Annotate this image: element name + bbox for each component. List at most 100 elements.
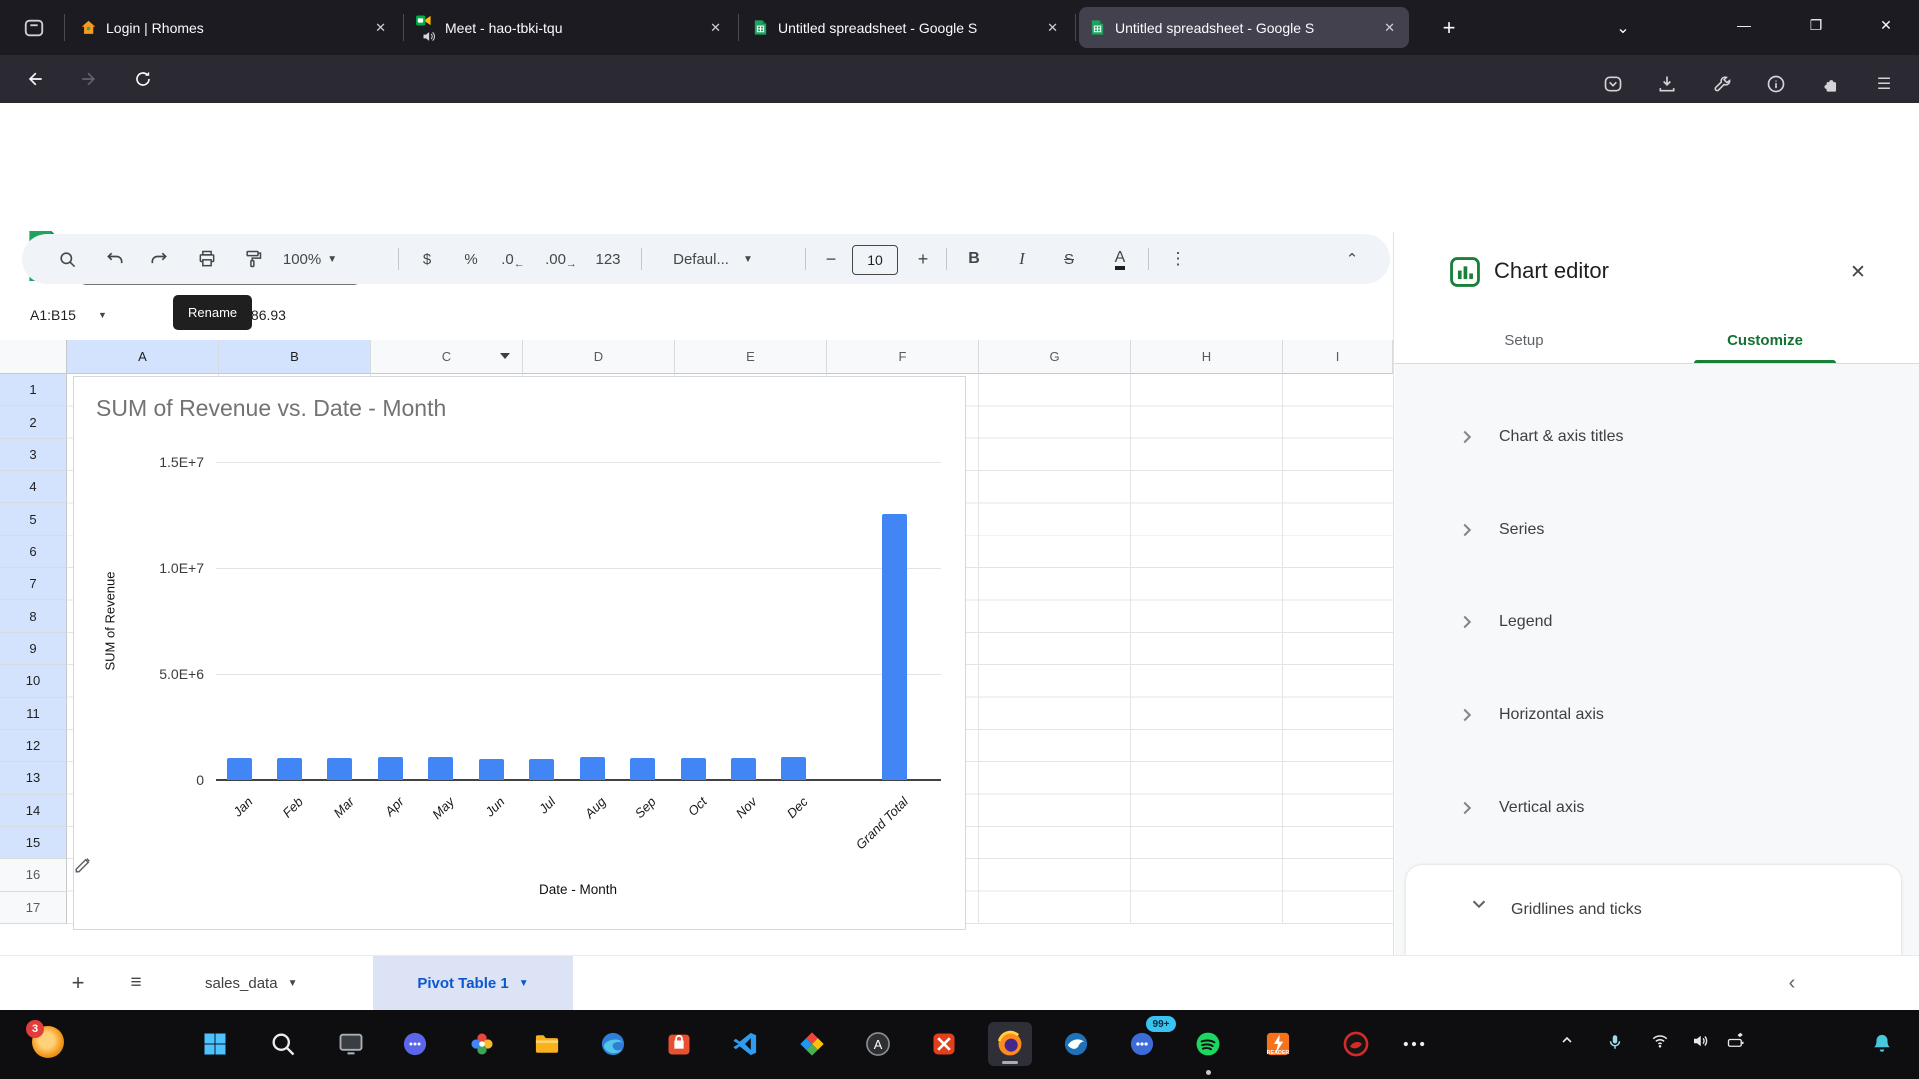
chart-editor-close-icon[interactable]: ✕ [1842, 256, 1874, 288]
microphone-icon[interactable] [1600, 1032, 1630, 1052]
tab-close-icon[interactable]: ✕ [1043, 18, 1062, 38]
more-toolbar-button[interactable]: ⋮ [1162, 234, 1194, 284]
row-header-15[interactable]: 15 [0, 827, 67, 859]
forward-button[interactable] [71, 63, 105, 95]
add-sheet-button[interactable]: + [62, 956, 94, 1010]
italic-button[interactable]: I [1006, 234, 1038, 284]
format-currency-button[interactable]: $ [410, 234, 444, 284]
list-all-tabs-button[interactable]: ⌄ [1606, 13, 1640, 43]
window-minimize-button[interactable]: — [1721, 0, 1767, 50]
decrease-font-size-button[interactable]: − [816, 234, 846, 284]
all-sheets-button[interactable]: ≡ [120, 956, 152, 1010]
column-header-D[interactable]: D [523, 340, 675, 374]
browser-tab[interactable]: Untitled spreadsheet - Google S✕ [1079, 7, 1409, 48]
section-legend[interactable]: Legend [1394, 594, 1919, 650]
format-percent-button[interactable]: % [454, 234, 488, 284]
toolbar-search-icon[interactable] [50, 234, 84, 284]
battery-pen-icon[interactable] [1720, 1032, 1752, 1050]
paint-format-icon[interactable] [236, 234, 270, 284]
browser-tab[interactable]: Untitled spreadsheet - Google S✕ [742, 7, 1072, 48]
column-header-F[interactable]: F [827, 340, 979, 374]
column-header-B[interactable]: B [219, 340, 371, 374]
bold-button[interactable]: B [958, 234, 990, 284]
taskbar-app-paint[interactable] [790, 1022, 834, 1066]
tab-close-icon[interactable]: ✕ [371, 18, 390, 38]
tray-expand-icon[interactable] [1552, 1032, 1582, 1048]
column-dropdown-icon[interactable] [500, 353, 510, 359]
taskbar-app-shooter[interactable] [1334, 1022, 1378, 1066]
back-button[interactable] [18, 63, 52, 95]
select-all-corner[interactable] [0, 340, 67, 374]
window-close-button[interactable]: ✕ [1863, 0, 1909, 50]
tab-setup[interactable]: Setup [1454, 318, 1594, 363]
section-horizontal-axis[interactable]: Horizontal axis [1394, 687, 1919, 743]
increase-decimals-button[interactable]: .00→ [540, 234, 582, 284]
font-select[interactable]: Defaul...▼ [658, 234, 768, 284]
row-header-5[interactable]: 5 [0, 503, 67, 535]
downloads-icon[interactable] [1651, 68, 1683, 100]
pocket-icon[interactable] [1597, 68, 1629, 100]
tools-wrench-icon[interactable] [1706, 68, 1738, 100]
wifi-icon[interactable] [1644, 1032, 1676, 1050]
taskbar-app-vscode[interactable] [723, 1022, 767, 1066]
row-header-3[interactable]: 3 [0, 439, 67, 471]
row-header-12[interactable]: 12 [0, 730, 67, 762]
row-header-16[interactable]: 16 [0, 859, 67, 891]
browser-tab[interactable]: Meet - hao-tbki-tqu✕ [405, 7, 735, 48]
collapse-panel-chevron[interactable]: ‹ [1774, 956, 1810, 1010]
font-size-input[interactable]: 10 [852, 245, 898, 275]
collapse-toolbar-button[interactable]: ⌃ [1332, 234, 1372, 284]
taskbar-app-overflow[interactable] [1392, 1022, 1436, 1066]
column-header-E[interactable]: E [675, 340, 827, 374]
section-vertical-axis[interactable]: Vertical axis [1394, 780, 1919, 836]
taskbar-app-bird[interactable] [1054, 1022, 1098, 1066]
taskbar-app-explorer[interactable] [525, 1022, 569, 1066]
row-header-7[interactable]: 7 [0, 568, 67, 600]
edit-pencil-icon[interactable] [74, 856, 92, 874]
extensions-icon[interactable] [1814, 68, 1846, 100]
row-header-10[interactable]: 10 [0, 665, 67, 697]
section-series[interactable]: Series [1394, 502, 1919, 558]
taskbar-app-chat[interactable] [393, 1022, 437, 1066]
sheet-tab-sales-data[interactable]: sales_data▼ [205, 956, 297, 1010]
row-header-9[interactable]: 9 [0, 633, 67, 665]
row-header-1[interactable]: 1 [0, 374, 67, 406]
row-header-11[interactable]: 11 [0, 698, 67, 730]
increase-font-size-button[interactable]: + [908, 234, 938, 284]
taskbar-app-search[interactable] [261, 1022, 305, 1066]
new-tab-button[interactable]: + [1432, 11, 1466, 45]
column-header-A[interactable]: A [67, 340, 219, 374]
redo-icon[interactable] [142, 234, 176, 284]
taskbar-app-start[interactable] [193, 1022, 237, 1066]
browser-tab[interactable]: Login | Rhomes✕ [70, 7, 400, 48]
taskbar-app-reader[interactable]: READER [1256, 1022, 1300, 1066]
tab-customize[interactable]: Customize [1694, 318, 1836, 363]
taskbar-app-anydesk[interactable]: A [856, 1022, 900, 1066]
taskbar-app-store[interactable] [657, 1022, 701, 1066]
strikethrough-button[interactable]: S [1053, 234, 1085, 284]
gridlines-and-ticks-section[interactable]: Gridlines and ticks [1406, 865, 1901, 955]
chart-object[interactable]: SUM of Revenue vs. Date - Month SUM of R… [73, 376, 966, 930]
row-header-4[interactable]: 4 [0, 471, 67, 503]
row-header-13[interactable]: 13 [0, 762, 67, 794]
name-box[interactable]: A1:B15▼ [30, 290, 107, 340]
column-header-G[interactable]: G [979, 340, 1131, 374]
taskbar-app-spotify[interactable] [1186, 1022, 1230, 1066]
column-header-H[interactable]: H [1131, 340, 1283, 374]
zoom-select[interactable]: 100%▼ [280, 234, 340, 284]
row-header-17[interactable]: 17 [0, 892, 67, 924]
taskbar-app-edge[interactable] [591, 1022, 635, 1066]
taskbar-app-firefox[interactable] [988, 1022, 1032, 1066]
more-formats-button[interactable]: 123 [588, 234, 628, 284]
sheet-tab-pivot-table-1[interactable]: Pivot Table 1▼ [373, 956, 573, 1010]
row-header-2[interactable]: 2 [0, 406, 67, 438]
decrease-decimals-button[interactable]: .0← [495, 234, 531, 284]
tab-close-icon[interactable]: ✕ [706, 18, 725, 38]
reload-button[interactable] [126, 63, 160, 95]
row-header-14[interactable]: 14 [0, 795, 67, 827]
tab-manager-icon[interactable] [18, 12, 50, 44]
undo-icon[interactable] [98, 234, 132, 284]
row-header-6[interactable]: 6 [0, 536, 67, 568]
taskbar-app-photos[interactable] [460, 1022, 504, 1066]
window-restore-button[interactable]: ❐ [1793, 0, 1839, 50]
